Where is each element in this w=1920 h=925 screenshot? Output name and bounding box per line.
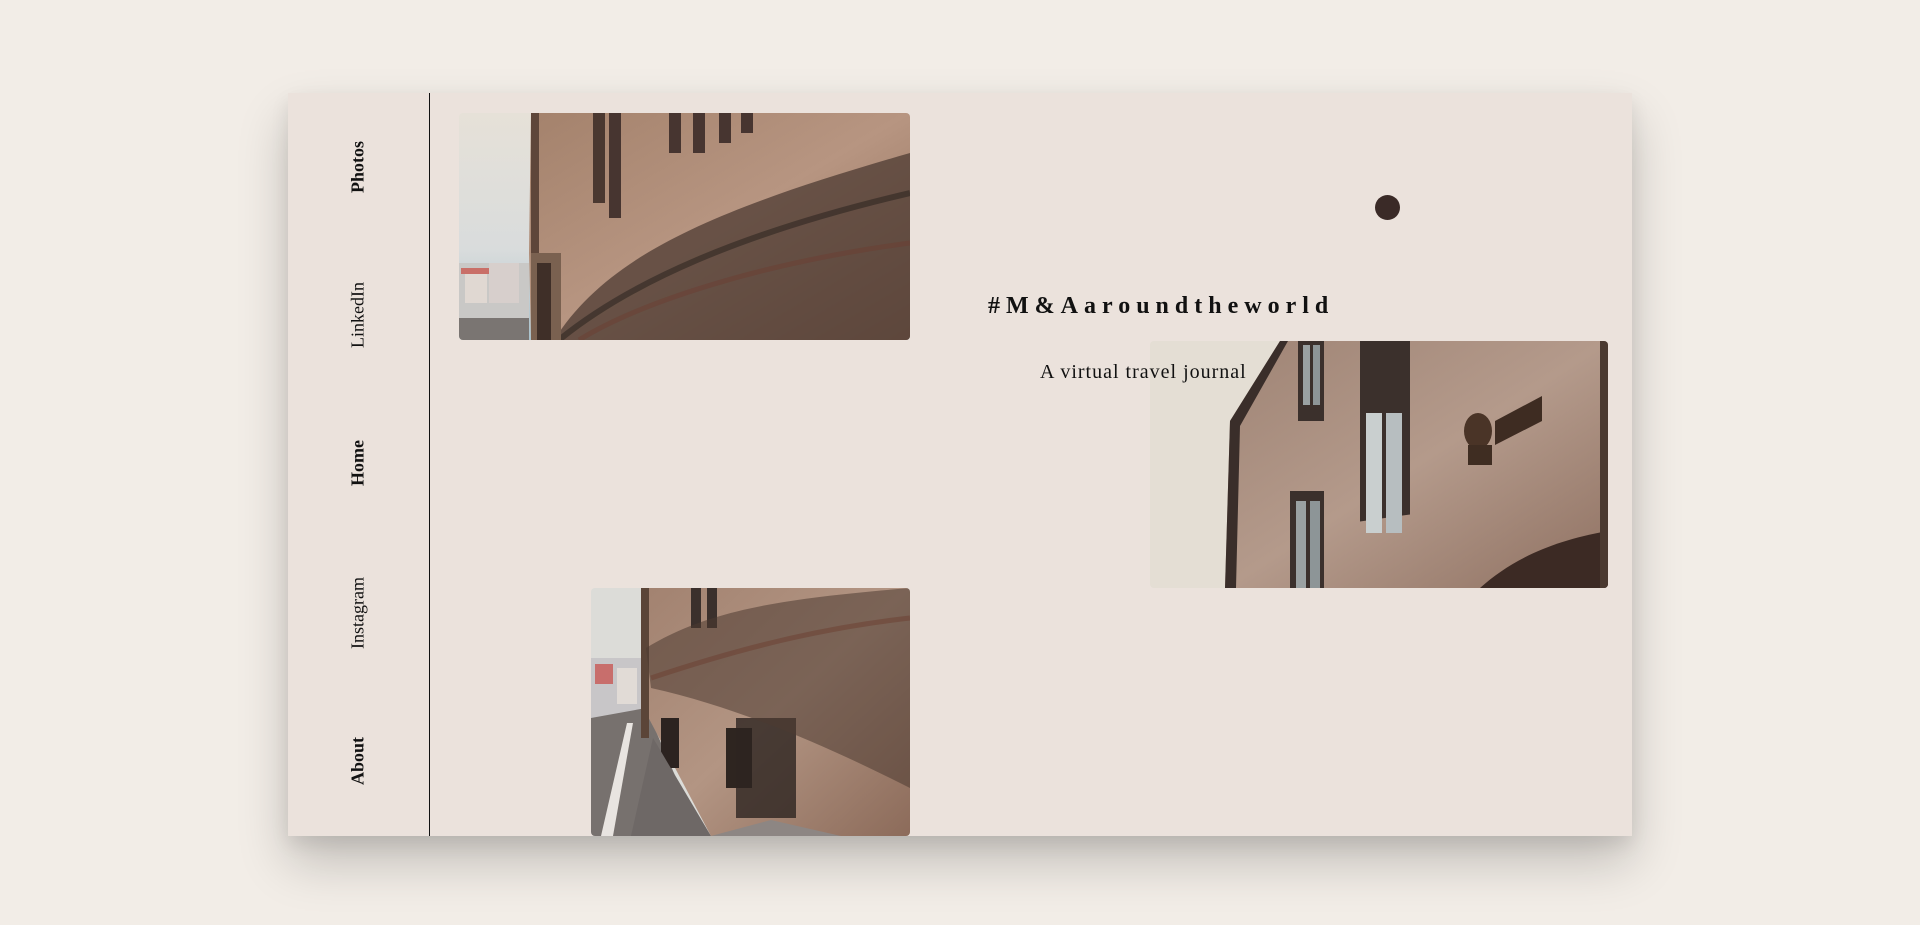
- decorative-dot: [1375, 195, 1400, 220]
- site-tagline: A virtual travel journal: [1040, 361, 1247, 383]
- hashtag-title: #M&Aaroundtheworld: [988, 293, 1335, 319]
- nav-linkedin-link[interactable]: LinkedIn: [348, 282, 369, 348]
- nav-instagram-link[interactable]: Instagram: [348, 577, 369, 649]
- ivy-wall-street-photo: [459, 113, 910, 340]
- cobblestone-alley-photo: [591, 588, 910, 836]
- main-card: Photos LinkedIn Home Instagram About #M&…: [288, 93, 1632, 836]
- nav-home-link[interactable]: Home: [348, 440, 369, 486]
- sidebar-nav: Photos LinkedIn Home Instagram About: [288, 93, 430, 836]
- nav-photos-link[interactable]: Photos: [348, 141, 369, 193]
- nav-about-link[interactable]: About: [348, 737, 369, 785]
